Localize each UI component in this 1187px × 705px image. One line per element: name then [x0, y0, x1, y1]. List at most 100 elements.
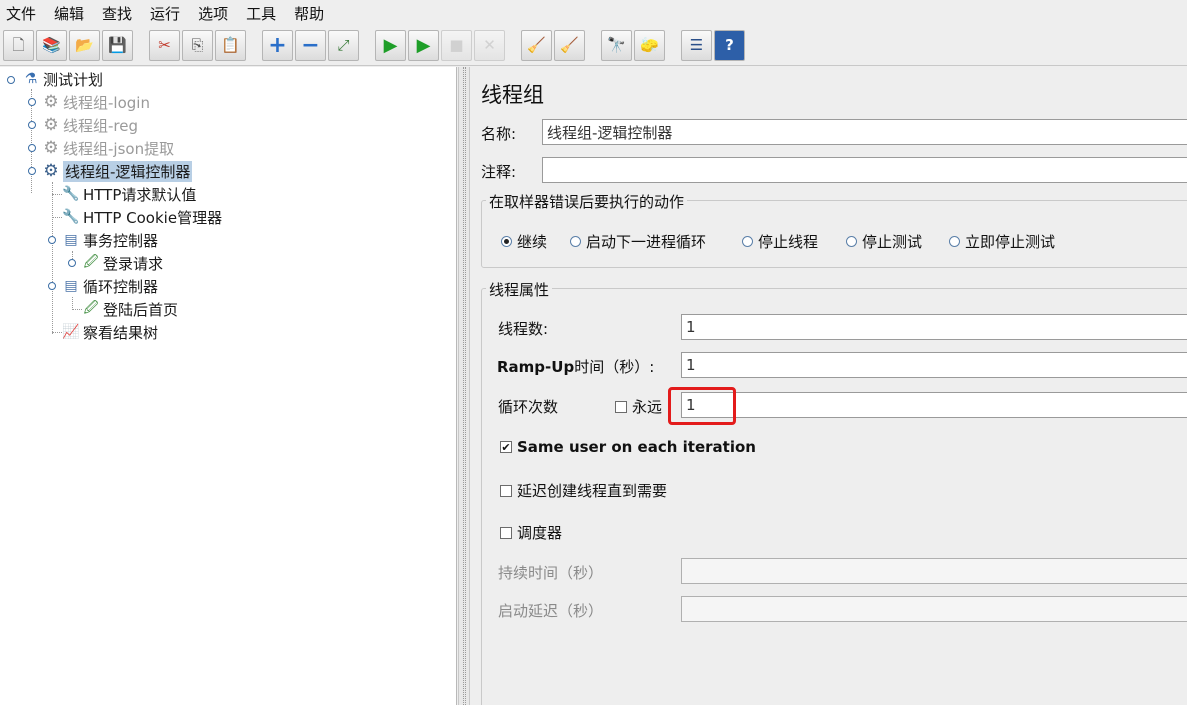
tree-item-thread-group-logic[interactable]: ⚙ 线程组-逻辑控制器	[42, 160, 193, 182]
collapse-button[interactable]: −	[295, 30, 326, 61]
radio-stop-test[interactable]: 停止测试	[846, 231, 922, 252]
tree-connector	[52, 182, 53, 334]
threads-field[interactable]	[681, 314, 1187, 340]
clear-button[interactable]: 🧹	[521, 30, 552, 61]
tree-item-label: 线程组-逻辑控制器	[63, 160, 193, 182]
wrench-icon: 🔧	[62, 186, 80, 202]
cut-button[interactable]: ✂	[149, 30, 180, 61]
menu-edit[interactable]: 编辑	[52, 3, 86, 24]
loop-count-field[interactable]	[681, 392, 1187, 418]
reset-search-icon: 🧽	[640, 36, 659, 54]
clear-all-button[interactable]: 🧹	[554, 30, 585, 61]
function-helper-button[interactable]: ☰	[681, 30, 712, 61]
tree-toggle[interactable]	[6, 75, 16, 85]
tree-item-loop-controller[interactable]: ▤ 循环控制器	[62, 275, 158, 297]
tree-item-label: HTTP Cookie管理器	[83, 208, 223, 227]
paste-button[interactable]: 📋	[215, 30, 246, 61]
help-button[interactable]: ?	[714, 30, 745, 61]
delay-thread-creation-checkbox[interactable]: 延迟创建线程直到需要	[500, 480, 667, 501]
tree-item-login-request[interactable]: 🖉 登录请求	[82, 252, 163, 274]
startup-delay-label: 启动延迟（秒）	[498, 602, 604, 620]
menu-options[interactable]: 选项	[196, 3, 230, 24]
tree-item-label: 线程组-reg	[63, 116, 139, 135]
radio-indicator	[742, 236, 753, 247]
tree-connector	[72, 309, 82, 310]
tree-toggle[interactable]	[67, 258, 77, 268]
checkbox-indicator: ✔	[500, 440, 512, 454]
toolbar-separator	[135, 31, 149, 61]
tree-item-home-after-login[interactable]: 🖉 登陆后首页	[82, 298, 178, 320]
radio-continue[interactable]: 继续	[501, 231, 547, 252]
open-button[interactable]: 📂	[69, 30, 100, 61]
start-button[interactable]: ▶	[375, 30, 406, 61]
rampup-field[interactable]	[681, 352, 1187, 378]
menu-file[interactable]: 文件	[4, 3, 38, 24]
tree-item-test-plan[interactable]: ⚗ 测试计划	[22, 68, 103, 90]
tree-item-thread-group-json[interactable]: ⚙ 线程组-json提取	[42, 137, 174, 159]
toggle-button[interactable]: ⤢	[328, 30, 359, 61]
gear-icon: ⚙	[43, 115, 59, 135]
tree-toggle[interactable]	[27, 120, 37, 130]
radio-start-next-loop[interactable]: 启动下一进程循环	[570, 231, 706, 252]
tree-toggle[interactable]	[47, 235, 57, 245]
tree-item-thread-group-reg[interactable]: ⚙ 线程组-reg	[42, 114, 138, 136]
same-user-checkbox[interactable]: ✔ Same user on each iteration	[500, 438, 756, 456]
menu-help[interactable]: 帮助	[292, 3, 326, 24]
duration-label: 持续时间（秒）	[498, 564, 604, 582]
checkbox-indicator	[615, 400, 627, 413]
comment-field[interactable]	[542, 157, 1187, 183]
radio-label: 继续	[517, 233, 548, 251]
tree-toggle[interactable]	[27, 166, 37, 176]
toolbar-separator	[361, 31, 375, 61]
menu-tools[interactable]: 工具	[244, 3, 278, 24]
radio-label: 停止线程	[758, 233, 819, 251]
clear-icon: 🧹	[527, 36, 546, 54]
duration-field[interactable]	[681, 558, 1187, 584]
search-button[interactable]: 🔭	[601, 30, 632, 61]
menu-search[interactable]: 查找	[100, 3, 134, 24]
tree-item-label: 测试计划	[43, 70, 104, 89]
tree-item-http-defaults[interactable]: 🔧 HTTP请求默认值	[62, 183, 196, 205]
forever-checkbox[interactable]: 永远	[615, 396, 662, 417]
tree-item-cookie-manager[interactable]: 🔧 HTTP Cookie管理器	[62, 206, 222, 228]
name-field[interactable]	[542, 119, 1187, 145]
radio-stop-test-now[interactable]: 立即停止测试	[949, 231, 1055, 252]
tree-item-results-tree[interactable]: 📈 察看结果树	[62, 321, 158, 343]
tree-item-thread-group-login[interactable]: ⚙ 线程组-login	[42, 91, 150, 113]
toolbar-separator	[248, 31, 262, 61]
thread-properties-title: 线程属性	[486, 279, 553, 300]
new-button[interactable]: 🗋	[3, 30, 34, 61]
tree-toggle[interactable]	[27, 143, 37, 153]
radio-indicator	[846, 236, 857, 247]
checkbox-indicator	[500, 484, 512, 497]
rampup-label-en: Ramp-Up	[497, 358, 575, 376]
reset-search-button[interactable]: 🧽	[634, 30, 665, 61]
tree-toggle[interactable]	[27, 97, 37, 107]
panel-splitter[interactable]	[458, 67, 470, 705]
toolbar-separator	[667, 31, 681, 61]
templates-button[interactable]: 📚	[36, 30, 67, 61]
menu-run[interactable]: 运行	[148, 3, 182, 24]
templates-icon: 📚	[42, 36, 61, 54]
radio-stop-thread[interactable]: 停止线程	[742, 231, 818, 252]
start-no-pause-button[interactable]: ▶	[408, 30, 439, 61]
stop-button[interactable]: ■	[441, 30, 472, 61]
toolbar-separator	[587, 31, 601, 61]
gear-icon: ⚙	[43, 138, 59, 158]
shutdown-button[interactable]: ✕	[474, 30, 505, 61]
start-icon: ▶	[383, 34, 398, 56]
copy-button[interactable]: ⎘	[182, 30, 213, 61]
error-action-group: 在取样器错误后要执行的动作 继续 启动下一进程循环 停止线程 停止测试 立即停止…	[481, 191, 1187, 268]
controller-icon: ▤	[64, 232, 78, 248]
error-action-title: 在取样器错误后要执行的动作	[486, 191, 688, 212]
save-button[interactable]: 💾	[102, 30, 133, 61]
tree-item-transaction-controller[interactable]: ▤ 事务控制器	[62, 229, 158, 251]
radio-label: 启动下一进程循环	[586, 233, 707, 251]
tree-toggle[interactable]	[47, 281, 57, 291]
flask-icon: ⚗	[24, 71, 38, 87]
expand-button[interactable]: +	[262, 30, 293, 61]
sampler-icon: 🖉	[83, 254, 99, 270]
startup-delay-field[interactable]	[681, 596, 1187, 622]
scheduler-checkbox[interactable]: 调度器	[500, 522, 562, 543]
test-plan-tree[interactable]: ⚗ 测试计划 ⚙ 线程组-login ⚙ 线程组-reg ⚙ 线程组-json提…	[0, 67, 457, 705]
